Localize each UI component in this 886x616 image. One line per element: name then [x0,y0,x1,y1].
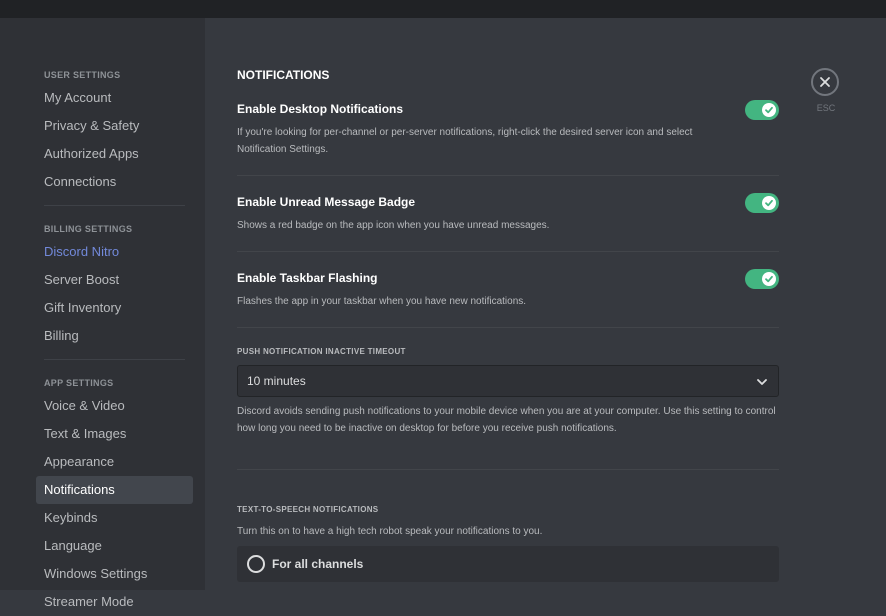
taskbar-flashing-setting: Enable Taskbar Flashing Flashes the app … [237,269,779,310]
sidebar-item-keybinds[interactable]: Keybinds [36,504,193,532]
desktop-notifications-toggle[interactable] [745,100,779,120]
push-timeout-select[interactable]: 10 minutes [237,365,779,397]
sidebar-item-authorized-apps[interactable]: Authorized Apps [36,140,193,168]
sidebar-header-billing-settings: BILLING SETTINGS [44,224,133,234]
setting-description: If you're looking for per-channel or per… [237,127,693,155]
select-value: 10 minutes [247,374,306,388]
sidebar-header-user-settings: USER SETTINGS [44,70,121,80]
push-timeout-label: PUSH NOTIFICATION INACTIVE TIMEOUT [237,347,406,356]
check-icon [765,275,773,283]
esc-label: ESC [816,103,836,113]
sidebar-item-streamer-mode[interactable]: Streamer Mode [36,588,193,616]
divider [237,327,779,328]
sidebar-item-voice-video[interactable]: Voice & Video [36,392,193,420]
sidebar-header-app-settings: APP SETTINGS [44,378,114,388]
setting-title: Enable Unread Message Badge [237,195,416,209]
settings-sidebar: USER SETTINGS My Account Privacy & Safet… [0,18,205,609]
unread-badge-setting: Enable Unread Message Badge Shows a red … [237,193,779,234]
taskbar-flashing-toggle[interactable] [745,269,779,289]
radio-label: For all channels [272,557,364,571]
sidebar-divider [44,205,185,206]
push-timeout-description: Discord avoids sending push notification… [237,406,776,434]
sidebar-item-discord-nitro[interactable]: Discord Nitro [36,238,193,266]
sidebar-item-appearance[interactable]: Appearance [36,448,193,476]
toggle-knob [762,272,776,286]
sidebar-nav: USER SETTINGS My Account Privacy & Safet… [36,66,193,616]
tts-label: TEXT-TO-SPEECH NOTIFICATIONS [237,505,379,514]
check-icon [765,199,773,207]
page-title: NOTIFICATIONS [237,68,330,82]
sidebar-item-connections[interactable]: Connections [36,168,193,196]
close-button[interactable] [811,68,839,96]
chevron-down-icon [757,379,767,385]
sidebar-item-gift-inventory[interactable]: Gift Inventory [36,294,193,322]
divider [237,251,779,252]
tts-option-all-channels[interactable]: For all channels [237,546,779,582]
close-icon [820,77,830,87]
setting-description: Flashes the app in your taskbar when you… [237,296,527,307]
setting-title: Enable Desktop Notifications [237,102,404,116]
sidebar-item-my-account[interactable]: My Account [36,84,193,112]
radio-button[interactable] [247,555,265,573]
sidebar-item-language[interactable]: Language [36,532,193,560]
sidebar-item-server-boost[interactable]: Server Boost [36,266,193,294]
tts-description: Turn this on to have a high tech robot s… [237,526,543,537]
setting-title: Enable Taskbar Flashing [237,271,378,285]
divider [237,469,779,470]
check-icon [765,106,773,114]
divider [237,175,779,176]
toggle-knob [762,196,776,210]
sidebar-item-billing[interactable]: Billing [36,322,193,350]
sidebar-divider [44,359,185,360]
sidebar-item-notifications[interactable]: Notifications [36,476,193,504]
window-top-bar [0,0,886,18]
sidebar-item-privacy-safety[interactable]: Privacy & Safety [36,112,193,140]
unread-badge-toggle[interactable] [745,193,779,213]
toggle-knob [762,103,776,117]
sidebar-item-windows-settings[interactable]: Windows Settings [36,560,193,588]
sidebar-item-text-images[interactable]: Text & Images [36,420,193,448]
desktop-notifications-setting: Enable Desktop Notifications If you're l… [237,100,779,158]
setting-description: Shows a red badge on the app icon when y… [237,220,550,231]
